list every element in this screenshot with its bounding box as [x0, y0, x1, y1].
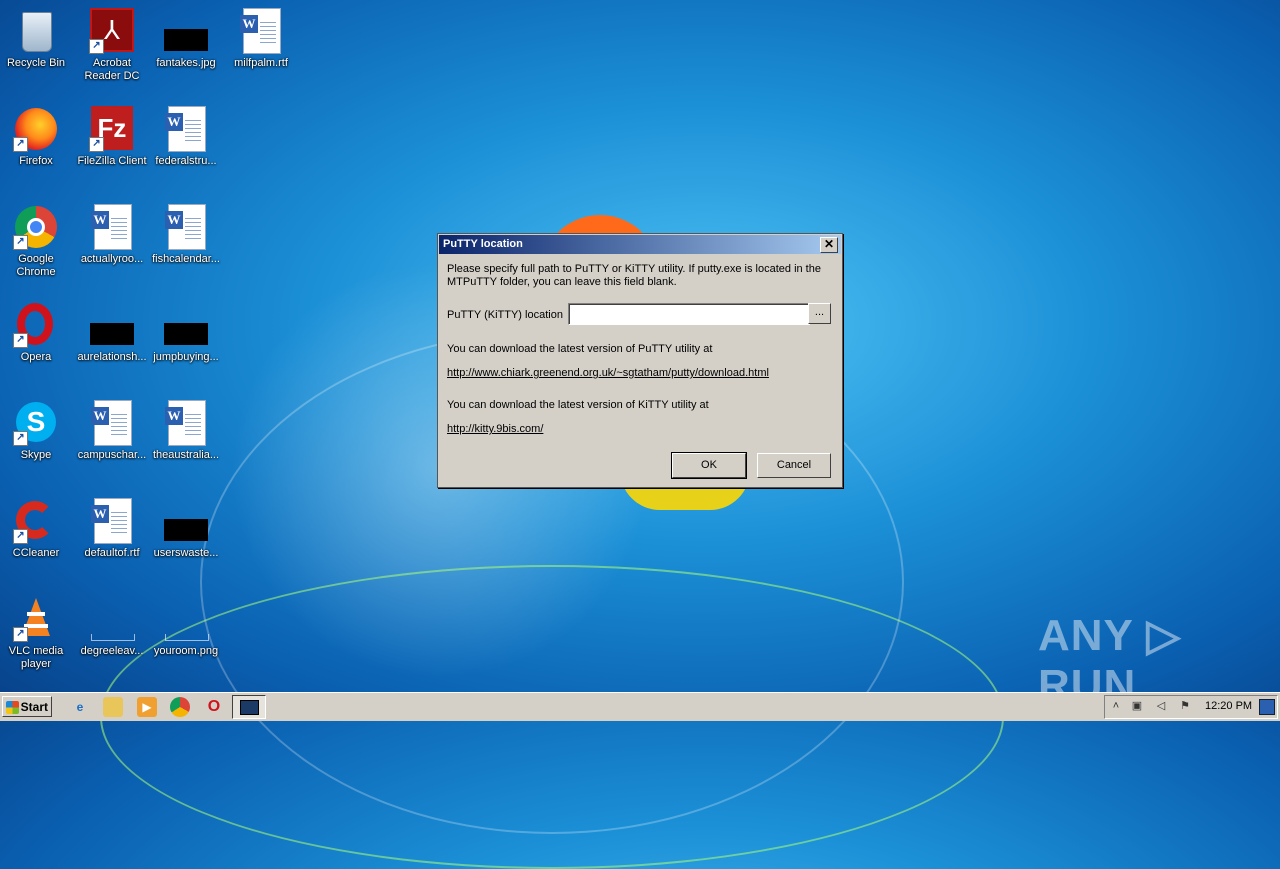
word-document-icon: W [238, 8, 284, 54]
system-tray: ˄ ▣ ◁ ⚑ 12:20 PM [1104, 695, 1278, 719]
media-player-icon[interactable]: ▶ [137, 697, 157, 717]
word-document-icon: W [163, 204, 209, 250]
file-icon [89, 302, 135, 348]
acrobat-icon: ⅄ ↗ [89, 8, 135, 54]
word-document-icon: W [163, 106, 209, 152]
show-desktop-icon[interactable] [1259, 699, 1275, 715]
recycle-bin-icon [13, 8, 59, 54]
location-label: PuTTY (KiTTY) location [447, 309, 563, 321]
cancel-button[interactable]: Cancel [757, 453, 831, 478]
desktop-icon-fantakes[interactable]: fantakes.jpg [148, 8, 224, 70]
filezilla-icon: Fz ↗ [89, 106, 135, 152]
shortcut-arrow-icon: ↗ [13, 137, 28, 152]
file-icon [163, 302, 209, 348]
file-icon [163, 498, 209, 544]
putty-location-input[interactable] [568, 303, 810, 325]
clock[interactable]: 12:20 PM [1205, 700, 1252, 712]
terminal-icon [240, 700, 259, 715]
image-file-icon [163, 596, 209, 642]
desktop-icon-aurelationsh[interactable]: aurelationsh... [74, 302, 150, 364]
desktop-icon-skype[interactable]: S ↗ Skype [0, 400, 74, 462]
chrome-taskbar-icon[interactable] [170, 697, 190, 717]
shortcut-arrow-icon: ↗ [89, 39, 104, 54]
desktop-icon-milfpalm[interactable]: W milfpalm.rtf [223, 8, 299, 70]
windows-logo-icon [6, 701, 19, 714]
file-icon [89, 596, 135, 642]
shortcut-arrow-icon: ↗ [13, 431, 28, 446]
word-document-icon: W [89, 204, 135, 250]
desktop-icon-federalstru[interactable]: W federalstru... [148, 106, 224, 168]
desktop-icon-recycle-bin[interactable]: Recycle Bin [0, 8, 74, 70]
shortcut-arrow-icon: ↗ [13, 235, 28, 250]
word-document-icon: W [89, 400, 135, 446]
vlc-cone-icon: ↗ [13, 596, 59, 642]
volume-icon[interactable]: ◁ [1154, 699, 1168, 713]
dialog-titlebar[interactable]: PuTTY location ✕ [439, 235, 841, 254]
start-button[interactable]: Start [2, 696, 52, 717]
desktop-icon-userswaste[interactable]: userswaste... [148, 498, 224, 560]
desktop-icon-acrobat-reader[interactable]: ⅄ ↗ Acrobat Reader DC [74, 8, 150, 83]
desktop-icon-degreeleav[interactable]: degreeleav... [74, 596, 150, 658]
word-document-icon: W [163, 400, 209, 446]
file-explorer-icon[interactable] [103, 697, 123, 717]
shortcut-arrow-icon: ↗ [13, 333, 28, 348]
desktop-icon-defaultof[interactable]: W defaultof.rtf [74, 498, 150, 560]
desktop-icon-ccleaner[interactable]: ↗ CCleaner [0, 498, 74, 560]
start-label: Start [20, 700, 48, 714]
shortcut-arrow-icon: ↗ [89, 137, 104, 152]
chrome-icon: ↗ [13, 204, 59, 250]
shortcut-arrow-icon: ↗ [13, 627, 28, 642]
desktop-icon-campuschar[interactable]: W campuschar... [74, 400, 150, 462]
desktop-icon-fishcalendar[interactable]: W fishcalendar... [148, 204, 224, 266]
browse-button[interactable]: ... [808, 303, 831, 324]
putty-download-text: You can download the latest version of P… [447, 343, 713, 355]
close-button[interactable]: ✕ [820, 237, 838, 253]
word-document-icon: W [89, 498, 135, 544]
ccleaner-icon: ↗ [13, 498, 59, 544]
ok-button[interactable]: OK [671, 452, 747, 479]
show-hidden-icons-icon[interactable]: ˄ [1109, 699, 1123, 713]
action-center-flag-icon[interactable]: ⚑ [1178, 699, 1192, 713]
dialog-title: PuTTY location [443, 238, 523, 250]
kitty-download-text: You can download the latest version of K… [447, 399, 709, 411]
mtputty-taskbar-button[interactable] [232, 695, 266, 719]
kitty-download-link[interactable]: http://kitty.9bis.com/ [447, 423, 543, 435]
desktop-icon-jumpbuying[interactable]: jumpbuying... [148, 302, 224, 364]
desktop-icon-filezilla[interactable]: Fz ↗ FileZilla Client [74, 106, 150, 168]
putty-download-link[interactable]: http://www.chiark.greenend.org.uk/~sgtat… [447, 367, 769, 379]
network-icon[interactable]: ▣ [1130, 699, 1144, 713]
desktop-icon-firefox[interactable]: ↗ Firefox [0, 106, 74, 168]
desktop-icon-google-chrome[interactable]: ↗ Google Chrome [0, 204, 74, 279]
firefox-icon: ↗ [13, 106, 59, 152]
desktop-icon-youroom[interactable]: youroom.png [148, 596, 224, 658]
opera-icon: ↗ [13, 302, 59, 348]
internet-explorer-icon[interactable]: e [70, 697, 90, 717]
dialog-intro-text: Please specify full path to PuTTY or KiT… [447, 263, 821, 288]
shortcut-arrow-icon: ↗ [13, 529, 28, 544]
putty-location-dialog: PuTTY location ✕ Please specify full pat… [437, 233, 843, 488]
desktop-icon-actuallyroo[interactable]: W actuallyroo... [74, 204, 150, 266]
close-icon: ✕ [823, 237, 835, 251]
desktop-icon-vlc[interactable]: ↗ VLC media player [0, 596, 74, 671]
opera-taskbar-icon[interactable]: O [204, 697, 224, 717]
skype-icon: S ↗ [13, 400, 59, 446]
taskbar: Start e ▶ O ˄ ▣ ◁ ⚑ 12:20 PM [0, 692, 1280, 721]
desktop-icon-theaustralia[interactable]: W theaustralia... [148, 400, 224, 462]
desktop-icon-opera[interactable]: ↗ Opera [0, 302, 74, 364]
image-file-icon [163, 8, 209, 54]
